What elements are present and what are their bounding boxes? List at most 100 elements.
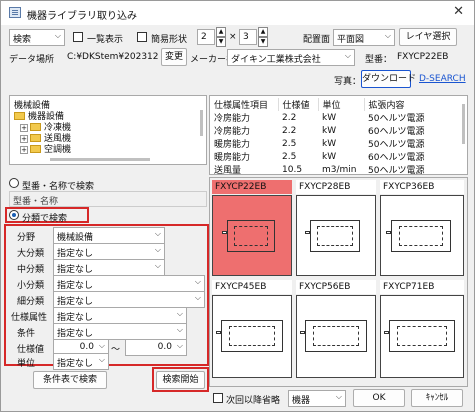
- results-grid: FXYCP22EB FXYCP28EB FXYCP36EB FXYCP45EB …: [209, 177, 468, 387]
- result-thumbnail: [296, 295, 376, 378]
- table-cell: 50ヘルツ電源: [368, 140, 425, 150]
- detail-class-select[interactable]: 指定なし ⌵: [53, 291, 205, 308]
- unit-select[interactable]: 指定なし ⌵: [53, 353, 109, 370]
- chevron-down-icon: ⌵: [154, 229, 161, 238]
- column-header[interactable]: 単位: [318, 98, 365, 111]
- title-bar: 機器ライブラリ取り込み ✕: [1, 1, 474, 25]
- rows-up-icon[interactable]: ▲: [216, 27, 226, 37]
- tree-item-ahu[interactable]: + 空調機: [20, 142, 71, 155]
- spec-attr-select[interactable]: 指定なし ⌵: [53, 307, 187, 324]
- category-select[interactable]: 機器 ⌵: [288, 390, 346, 407]
- download-button[interactable]: ダウンロード: [361, 70, 416, 88]
- table-cell: 60ヘルツ電源: [368, 127, 425, 137]
- spec-from-value: 0.0: [79, 342, 94, 352]
- equipment-drawing: [384, 320, 455, 352]
- chevron-down-icon: ⌵: [194, 293, 201, 302]
- chevron-down-icon: ⌵: [194, 277, 201, 286]
- grid-cols-field[interactable]: 3: [239, 29, 257, 45]
- rows-down-icon[interactable]: ▼: [216, 37, 226, 47]
- result-model-name: FXYCP28EB: [296, 180, 376, 194]
- minor-class-select[interactable]: 指定なし ⌵: [53, 275, 205, 292]
- layer-select-button[interactable]: レイヤ選択: [399, 28, 457, 46]
- chevron-down-icon: ⌵: [98, 355, 105, 364]
- category-value: 機器: [292, 396, 311, 406]
- table-cell: 2.5: [282, 151, 297, 162]
- classification-search-label: 分類で検索: [22, 214, 68, 224]
- spec-to-select[interactable]: 0.0 ⌵: [125, 339, 187, 356]
- cancel-button[interactable]: ｷｬﾝｾﾙ: [411, 389, 463, 407]
- table-cell: 10.5: [282, 164, 303, 175]
- tree-hscroll-thumb[interactable]: [50, 158, 150, 161]
- category-tree[interactable]: 機械設備 機器設備 + 冷凍機 + 送風機 + 空調機: [9, 95, 207, 165]
- expand-icon[interactable]: +: [20, 146, 28, 154]
- condition-select[interactable]: 指定なし ⌵: [53, 323, 187, 340]
- chevron-down-icon: ⌵: [344, 51, 351, 60]
- column-header[interactable]: 仕様値: [278, 98, 319, 111]
- simple-shape-label: 簡易形状: [151, 35, 188, 45]
- equipment-drawing: [386, 220, 451, 252]
- table-cell: 50ヘルツ電源: [368, 114, 425, 124]
- domain-select[interactable]: 機械設備 ⌵: [53, 227, 165, 244]
- equipment-drawing: [305, 220, 360, 252]
- attribute-scroll-thumb[interactable]: [462, 104, 465, 144]
- tree-item-label: 空調機: [44, 145, 72, 155]
- chevron-down-icon: ⌵: [335, 392, 342, 401]
- model-name-search-radio[interactable]: [9, 178, 19, 188]
- list-view-label: 一覧表示: [87, 35, 124, 45]
- table-row[interactable]: 暖房能力 2.5 kW 50ヘルツ電源: [210, 137, 454, 151]
- ok-button[interactable]: OK: [353, 389, 405, 407]
- simple-shape-checkbox[interactable]: [137, 32, 147, 42]
- list-view-checkbox[interactable]: [73, 32, 83, 42]
- placement-value: 平面図: [337, 35, 365, 45]
- field-label-minor: 小分類: [17, 281, 45, 291]
- result-item-5[interactable]: FXYCP71EB: [380, 280, 464, 378]
- photo-label: 写真：: [334, 77, 362, 87]
- result-item-0[interactable]: FXYCP22EB: [212, 180, 292, 276]
- skip-next-checkbox[interactable]: [213, 393, 223, 403]
- model-name-input[interactable]: 型番・名称: [9, 191, 207, 207]
- field-label-condition: 条件: [17, 329, 36, 339]
- condition-table-search-button[interactable]: 条件表で検索: [33, 371, 107, 389]
- change-path-button[interactable]: 変更: [161, 48, 187, 66]
- d-search-link[interactable]: D-SEARCH: [419, 74, 466, 84]
- table-row[interactable]: 冷房能力 2.2 kW 50ヘルツ電源: [210, 111, 454, 125]
- tree-scroll-thumb[interactable]: [200, 110, 203, 136]
- chevron-down-icon: ⌵: [176, 325, 183, 334]
- table-cell: 60ヘルツ電源: [368, 153, 425, 163]
- table-cell: 暖房能力: [214, 140, 251, 150]
- result-model-name: FXYCP22EB: [212, 180, 292, 194]
- middle-class-value: 指定なし: [57, 265, 94, 275]
- column-header[interactable]: 仕様属性項目: [210, 98, 279, 111]
- maker-select[interactable]: ダイキン工業株式会社 ⌵: [227, 49, 355, 66]
- cols-up-icon[interactable]: ▲: [258, 27, 268, 37]
- grid-rows-field[interactable]: 2: [197, 29, 215, 45]
- start-search-button[interactable]: 検索開始: [156, 371, 205, 389]
- placement-select[interactable]: 平面図 ⌵: [333, 29, 395, 46]
- table-row[interactable]: 冷房能力 2.2 kW 60ヘルツ電源: [210, 124, 454, 138]
- equipment-drawing: [300, 320, 367, 352]
- equipment-drawing: [216, 320, 283, 352]
- table-row[interactable]: 送風量 10.5 m3/min 50ヘルツ電源: [210, 163, 454, 175]
- folder-icon: [30, 134, 41, 142]
- column-header[interactable]: 拡張内容: [364, 98, 454, 111]
- table-row[interactable]: 暖房能力 2.5 kW 60ヘルツ電源: [210, 150, 454, 164]
- result-item-2[interactable]: FXYCP36EB: [380, 180, 464, 276]
- domain-value: 機械設備: [57, 233, 94, 243]
- times-sign: ×: [229, 32, 237, 42]
- result-item-1[interactable]: FXYCP28EB: [296, 180, 376, 276]
- folder-icon: [30, 123, 41, 131]
- table-cell: 暖房能力: [214, 153, 251, 163]
- table-cell: 冷房能力: [214, 114, 251, 124]
- middle-class-select[interactable]: 指定なし ⌵: [53, 259, 165, 276]
- field-label-detail: 細分類: [17, 297, 45, 307]
- search-mode-value: 検索: [13, 35, 32, 45]
- cols-down-icon[interactable]: ▼: [258, 37, 268, 47]
- table-cell: m3/min: [322, 164, 357, 175]
- result-item-4[interactable]: FXYCP56EB: [296, 280, 376, 378]
- result-item-3[interactable]: FXYCP45EB: [212, 280, 292, 378]
- major-class-select[interactable]: 指定なし ⌵: [53, 243, 165, 260]
- close-icon[interactable]: ✕: [453, 4, 464, 19]
- data-location-label: データ場所: [9, 55, 55, 65]
- search-mode-select[interactable]: 検索 ⌵: [9, 29, 65, 46]
- classification-search-radio[interactable]: [9, 210, 19, 220]
